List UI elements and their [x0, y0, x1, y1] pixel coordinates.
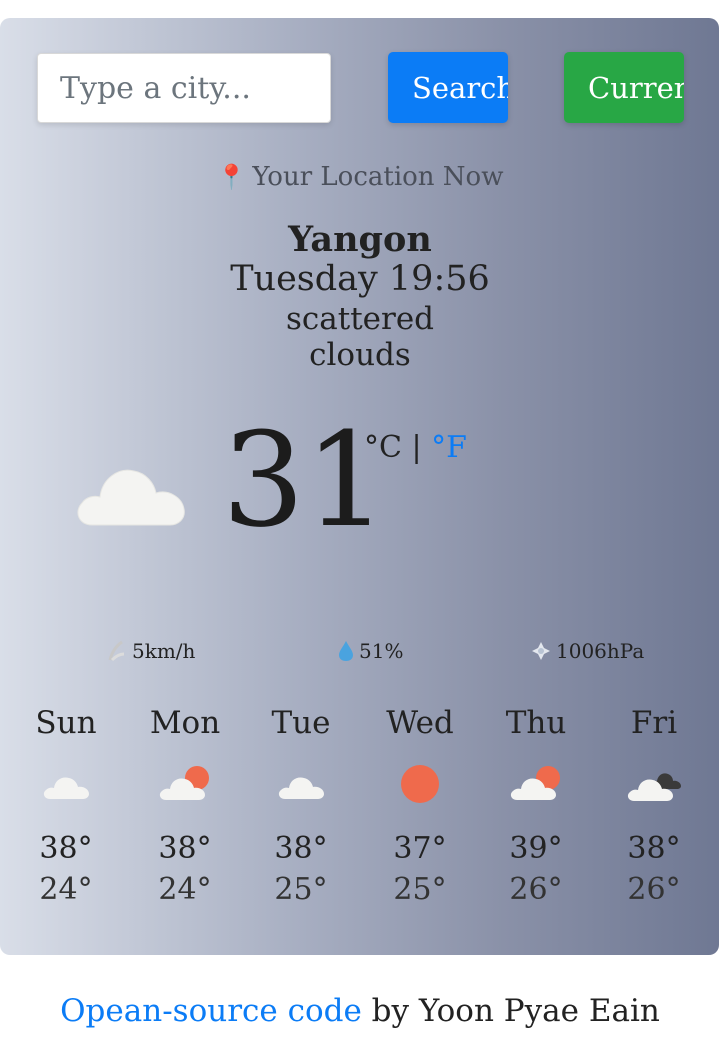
forecast-day: Fri 38° 26° — [604, 705, 704, 907]
footer-byline: by Yoon Pyae Eain — [361, 993, 660, 1029]
unit-toggle: °C | °F — [364, 430, 467, 465]
forecast-high: 38° — [158, 831, 212, 866]
dark-clouds-icon — [604, 755, 704, 813]
wind-metric: 5km/h — [106, 639, 195, 663]
date-time: Tuesday 19:56 — [230, 259, 490, 299]
current-location-button[interactable]: Current — [564, 52, 684, 123]
current-temperature: 31 — [222, 404, 388, 556]
forecast-day: Tue 38° 25° — [251, 705, 351, 907]
fahrenheit-link[interactable]: °F — [431, 430, 467, 465]
description-line-1: scattered — [285, 301, 435, 337]
description-line-2: clouds — [309, 337, 411, 373]
forecast-day-name: Thu — [505, 705, 567, 741]
forecast-day: Mon 38° 24° — [135, 705, 235, 907]
pressure-metric: 1006hPa — [530, 639, 644, 663]
forecast-low: 24° — [39, 872, 93, 907]
cloud-icon — [70, 445, 190, 533]
pressure-value: 1006hPa — [556, 639, 645, 663]
droplet-icon — [337, 640, 355, 662]
forecast-day-name: Mon — [149, 705, 221, 741]
forecast-day: Wed 37° 25° — [370, 705, 470, 907]
sun-behind-cloud-icon — [135, 755, 235, 813]
wind-icon — [106, 640, 128, 662]
forecast-high: 38° — [627, 831, 681, 866]
forecast-day: Sun 38° 24° — [16, 705, 116, 907]
forecast-day: Thu 39° 26° — [486, 705, 586, 907]
forecast-low: 25° — [393, 872, 447, 907]
search-button[interactable]: Search — [388, 52, 508, 123]
humidity-metric: 51% — [337, 639, 403, 663]
forecast-low: 24° — [158, 872, 212, 907]
forecast-high: 37° — [393, 831, 447, 866]
city-name: Yangon — [288, 219, 432, 260]
sun-behind-cloud-icon — [486, 755, 586, 813]
forecast-high: 39° — [509, 831, 563, 866]
forecast-day-name: Fri — [630, 705, 678, 741]
forecast-high: 38° — [39, 831, 93, 866]
forecast-day-name: Wed — [386, 705, 454, 741]
cloud-icon — [251, 755, 351, 813]
cloud-icon — [16, 755, 116, 813]
forecast-low: 26° — [509, 872, 563, 907]
forecast-high: 38° — [274, 831, 328, 866]
city-search-input[interactable] — [37, 53, 331, 123]
map-pin-icon: 📍 — [216, 163, 247, 191]
celsius-link[interactable]: °C — [364, 430, 402, 465]
forecast-low: 25° — [274, 872, 328, 907]
source-code-link[interactable]: Opean-source code — [60, 993, 362, 1029]
location-label-text: Your Location Now — [252, 162, 504, 192]
gauge-icon — [530, 640, 552, 662]
wind-value: 5km/h — [132, 639, 196, 663]
forecast-low: 26° — [627, 872, 681, 907]
forecast-day-name: Sun — [35, 705, 97, 741]
location-label: 📍 Your Location Now — [0, 162, 720, 192]
forecast-day-name: Tue — [271, 705, 331, 741]
humidity-value: 51% — [359, 639, 404, 663]
footer: Opean-source code by Yoon Pyae Eain — [0, 993, 720, 1029]
weather-description: scattered clouds — [285, 301, 435, 373]
unit-separator: | — [411, 430, 422, 465]
sun-icon — [370, 755, 470, 813]
